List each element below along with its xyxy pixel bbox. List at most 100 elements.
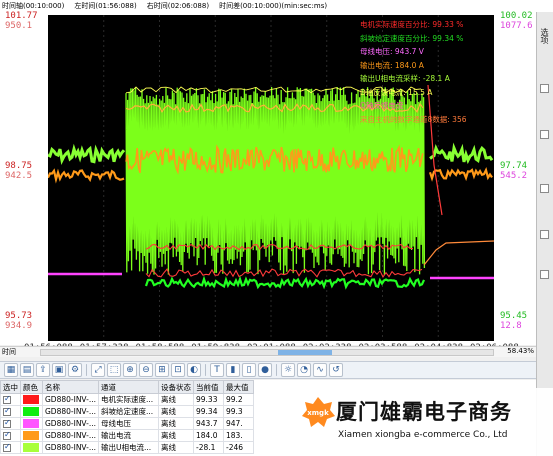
- fit-icon[interactable]: ⤢: [91, 363, 105, 377]
- toolbar-separator: [276, 364, 277, 376]
- svg-text:xmgk: xmgk: [307, 409, 329, 417]
- speed-ripple-right: [429, 142, 494, 165]
- row-checkbox[interactable]: [3, 407, 11, 416]
- channel-row[interactable]: GD880-INV-...斜坡给定速度...离线99.3499.3: [0, 405, 254, 418]
- settings-icon[interactable]: ⚙: [68, 363, 82, 377]
- row-checkbox[interactable]: [3, 443, 11, 452]
- grid-icon[interactable]: ▤: [20, 363, 34, 377]
- column-header[interactable]: 选中: [0, 380, 21, 394]
- channel-row[interactable]: GD880-INV-...母线电压离线943.7947.: [0, 417, 254, 430]
- channel-device-name: GD880-INV-...: [42, 417, 99, 430]
- marker-icon[interactable]: ▮: [226, 363, 240, 377]
- color-swatch[interactable]: [23, 419, 39, 428]
- reset-icon[interactable]: ↺: [329, 363, 343, 377]
- device-status: 离线: [158, 441, 194, 454]
- channel-row[interactable]: GD880-INV-...输出电流离线184.0183.: [0, 429, 254, 442]
- side-checkbox-1[interactable]: [540, 84, 549, 93]
- pie-icon[interactable]: ◔: [297, 363, 311, 377]
- column-header[interactable]: 通道: [98, 380, 159, 394]
- device-status: 离线: [158, 429, 194, 442]
- zoom-in-icon[interactable]: ⊕: [123, 363, 137, 377]
- wave-icon[interactable]: ∿: [313, 363, 327, 377]
- column-header[interactable]: 名称: [42, 380, 99, 394]
- waveform-canvas[interactable]: 电机实际速度百分比: 99.33 % 斜坡给定速度百分比: 99.34 % 母线电压…: [48, 15, 494, 341]
- table-cell: [20, 429, 43, 442]
- column-header[interactable]: 最大值: [223, 380, 254, 394]
- device-status: 离线: [158, 405, 194, 418]
- current-value: 99.34: [193, 405, 224, 418]
- max-value: -246: [223, 441, 254, 454]
- time-axis-label: 时间轴(00:10:000): [2, 2, 65, 10]
- channel-name: 斜坡给定速度...: [98, 405, 159, 418]
- channel-name: 母线电压: [98, 417, 159, 430]
- time-scroll-label: 时间: [2, 348, 16, 356]
- speed-ripple-left: [48, 143, 126, 166]
- time-scroll-track[interactable]: [40, 349, 494, 356]
- right-axis-top-a: 100.02: [500, 11, 533, 21]
- current-value: 184.0: [193, 429, 224, 442]
- table-header-row: 选中 颜色 名称 通道 设备状态 当前值 最大值: [0, 380, 254, 394]
- zoom-box-icon[interactable]: ⊞: [155, 363, 169, 377]
- right-time-label: 右时间(02:06:088): [146, 2, 210, 10]
- left-axis-bot-a: 95.73: [5, 311, 33, 321]
- time-scrollbar[interactable]: 时间 58.43%: [0, 346, 536, 357]
- time-scroll-percent: 58.43%: [507, 347, 534, 355]
- time-scroll-thumb[interactable]: [277, 350, 333, 355]
- zoom-out-icon[interactable]: ⊖: [139, 363, 153, 377]
- table-cell: [0, 405, 21, 418]
- channel-device-name: GD880-INV-...: [42, 441, 99, 454]
- export-icon[interactable]: ⇪: [36, 363, 50, 377]
- color-swatch[interactable]: [23, 443, 39, 452]
- max-value: 99.3: [223, 405, 254, 418]
- ball-icon[interactable]: ●: [258, 363, 272, 377]
- right-axis-mid-a: 97.74: [500, 161, 528, 171]
- color-swatch[interactable]: [23, 431, 39, 440]
- column-header[interactable]: 设备状态: [158, 380, 194, 394]
- chart-toolbar: ▦ ▤ ⇪ ▣ ⚙ ⤢ ⬚ ⊕ ⊖ ⊞ ⊡ ◐ T ▮ ▯ ● ☼ ◔ ∿ ↺: [0, 361, 536, 379]
- time-diff-label: 时间差(00:10:000)(min:sec:ms): [219, 2, 328, 10]
- current-ripple-left: [48, 168, 125, 184]
- row-checkbox[interactable]: [3, 431, 11, 440]
- table-cell: [20, 441, 43, 454]
- table-cell: [0, 441, 21, 454]
- left-axis-mid-b: 942.5: [5, 171, 33, 181]
- sun-icon[interactable]: ☼: [281, 363, 295, 377]
- channel-name: 输出电流: [98, 429, 159, 442]
- right-axis-bot-b: 12.8: [500, 321, 522, 331]
- row-checkbox[interactable]: [3, 395, 11, 404]
- color-swatch[interactable]: [23, 395, 39, 404]
- palette-icon[interactable]: ◐: [187, 363, 201, 377]
- side-checkbox-5[interactable]: [540, 270, 549, 279]
- table-cell: [0, 393, 21, 406]
- device-status: 离线: [158, 393, 194, 406]
- right-axis-top-b: 1077.6: [500, 21, 533, 31]
- side-checkbox-2[interactable]: [540, 130, 549, 139]
- zoom-region-icon[interactable]: ⊡: [171, 363, 185, 377]
- channel-row[interactable]: GD880-INV-...电机实际速度...离线99.3399.2: [0, 393, 254, 406]
- left-axis-bot-b: 934.9: [5, 321, 33, 331]
- legend-entry: 来自主机的数字通道8数据: 356: [360, 114, 467, 124]
- row-checkbox[interactable]: [3, 419, 11, 428]
- legend-entry: D轴反馈电流: 15.5 A: [360, 87, 433, 97]
- column-header[interactable]: 当前值: [193, 380, 224, 394]
- oscilloscope-plot-area: 101.77 950.1 98.75 942.5 95.73 934.9 100…: [0, 11, 536, 353]
- channel-legend: 电机实际速度百分比: 99.33 % 斜坡给定速度百分比: 99.34 % 母线电压…: [360, 18, 494, 126]
- table-icon[interactable]: ▦: [4, 363, 18, 377]
- channel-device-name: GD880-INV-...: [42, 405, 99, 418]
- table-cell: [20, 393, 43, 406]
- expand-icon[interactable]: ⬚: [107, 363, 121, 377]
- side-checkbox-3[interactable]: [540, 184, 549, 193]
- color-swatch[interactable]: [23, 407, 39, 416]
- side-checkbox-4[interactable]: [540, 230, 549, 239]
- column-header[interactable]: 颜色: [20, 380, 43, 394]
- current-value: 99.33: [193, 393, 224, 406]
- image-icon[interactable]: ▣: [52, 363, 66, 377]
- channel-row[interactable]: GD880-INV-...输出U相电流...离线-28.1-246: [0, 441, 254, 454]
- channel-name: 输出U相电流...: [98, 441, 159, 454]
- side-options-label: 选项: [540, 28, 549, 44]
- table-cell: [0, 417, 21, 430]
- time-info-bar: 时间轴(00:10:000) 左时间(01:56:088) 右时间(02:06:…: [0, 0, 553, 12]
- cursor-icon[interactable]: ▯: [242, 363, 256, 377]
- text-tool-icon[interactable]: T: [210, 363, 224, 377]
- toolbar-separator: [205, 364, 206, 376]
